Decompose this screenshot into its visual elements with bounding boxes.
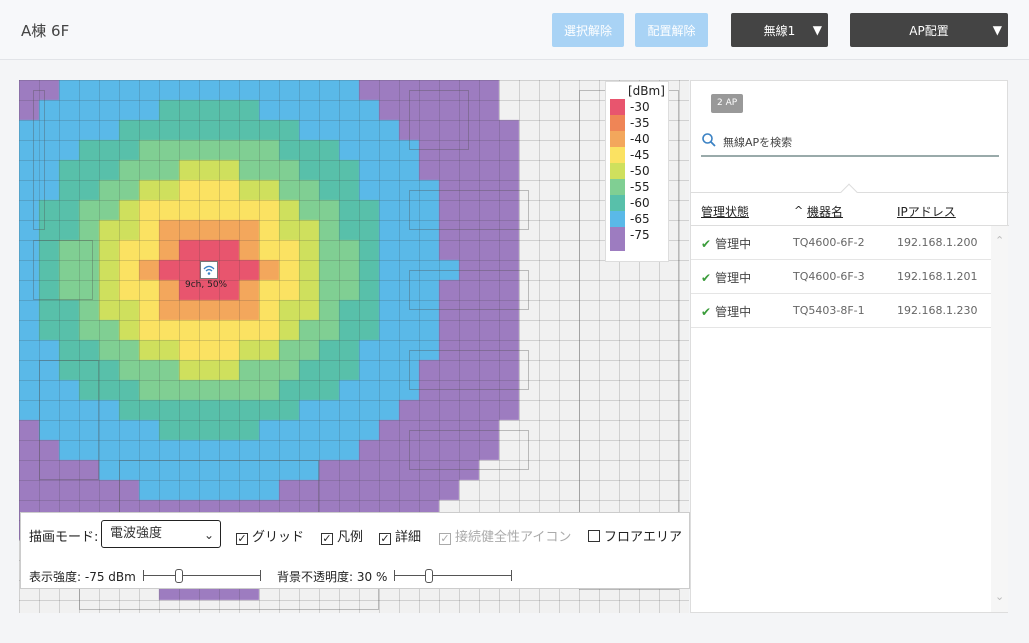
caret-down-icon: ▼ (992, 23, 1002, 37)
legend-swatch (610, 163, 625, 179)
access-point-marker[interactable] (200, 261, 218, 279)
ip-cell: 192.168.1.200 (897, 236, 978, 249)
search-box (701, 129, 999, 157)
caret-down-icon: ▼ (812, 23, 822, 37)
legend-value: -40 (630, 132, 650, 146)
health-icon-checkbox: ✓ 接続健全性アイコン (439, 526, 571, 545)
check-icon: ✔ (701, 237, 712, 251)
opacity-slider[interactable] (394, 569, 512, 583)
legend-swatch (610, 227, 625, 243)
column-status[interactable]: 管理状態 (701, 203, 749, 220)
mode-label: 描画モード: (29, 530, 99, 545)
opacity-slider-thumb[interactable] (425, 569, 433, 583)
legend-checkbox-label: 凡例 (337, 530, 364, 545)
legend-item: -45 (610, 147, 666, 163)
search-input[interactable] (723, 131, 993, 153)
column-ip[interactable]: IPアドレス (897, 203, 956, 220)
signal-legend: [dBm] -30 -35 -40 -45 -50 -55 -60 -65 -75 (605, 81, 669, 262)
legend-title: [dBm] (628, 84, 665, 98)
status-cell: ✔ 管理中 (701, 271, 752, 285)
legend-swatch (610, 131, 625, 147)
status-cell: ✔ 管理中 (701, 305, 752, 319)
table-row[interactable]: ✔ 管理中 TQ5403-8F-1 192.168.1.230 (691, 294, 991, 328)
check-icon: ✔ (701, 271, 712, 285)
access-point-label: 9ch, 50% (185, 280, 228, 290)
column-name[interactable]: 機器名 (807, 203, 843, 220)
scroll-up-icon[interactable]: ⌃ (995, 234, 1004, 247)
legend-value: -75 (630, 228, 650, 242)
legend-item: -55 (610, 179, 666, 195)
health-icon-checkbox-label: 接続健全性アイコン (455, 530, 572, 545)
legend-item: -75 (610, 227, 666, 243)
table-row[interactable]: ✔ 管理中 TQ4600-6F-3 192.168.1.201 (691, 260, 991, 294)
footer-bar (0, 613, 1029, 643)
radio-select-button[interactable]: 無線1 ▼ (731, 13, 828, 47)
detail-checkbox[interactable]: ✓ 詳細 (379, 526, 421, 545)
legend-item: -60 (610, 195, 666, 211)
legend-swatch (610, 179, 625, 195)
legend-item: -35 (610, 115, 666, 131)
check-icon: ✓ (236, 532, 248, 545)
search-icon (702, 133, 716, 147)
mode-select[interactable]: 電波強度 ⌄ (101, 520, 221, 548)
device-name-cell: TQ4600-6F-2 (793, 236, 865, 249)
strength-slider[interactable] (143, 569, 261, 583)
ap-place-label: AP配置 (909, 23, 949, 38)
legend-value: -65 (630, 212, 650, 226)
control-panel: 描画モード: 電波強度 ⌄ ✓ グリッド ✓ 凡例 ✓ 詳細 ✓ 接続健全性アイコン フ… (20, 512, 690, 589)
radio-select-label: 無線1 (763, 23, 796, 38)
legend-swatch (610, 211, 625, 227)
strength-label: 表示強度: -75 dBm (29, 570, 136, 584)
legend-swatch (610, 147, 625, 163)
floor-area-checkbox-label: フロアエリア (604, 530, 683, 545)
ap-list-panel: 2 AP 管理状態 ^ 機器名 IPアドレス ✔管理中 TQ4600-6F-2 19… (690, 80, 1009, 613)
status-cell: ✔ 管理中 (701, 237, 752, 251)
legend-item: -40 (610, 131, 666, 147)
legend-tail (610, 243, 666, 251)
device-name-cell: TQ4600-6F-3 (793, 270, 865, 283)
legend-value: -45 (630, 148, 650, 162)
floor-area-checkbox[interactable]: フロアエリア (588, 526, 682, 545)
legend-item: -65 (610, 211, 666, 227)
check-icon: ✓ (439, 532, 451, 545)
strength-slider-thumb[interactable] (175, 569, 183, 583)
legend-swatch (610, 115, 625, 131)
sort-notch (840, 183, 858, 201)
ip-cell: 192.168.1.201 (897, 270, 978, 283)
legend-swatch (610, 195, 625, 211)
legend-value: -60 (630, 196, 650, 210)
ip-cell: 192.168.1.230 (897, 304, 978, 317)
ap-place-button[interactable]: AP配置 ▼ (850, 13, 1008, 47)
check-icon: ✔ (701, 305, 712, 319)
ap-count-badge: 2 AP (711, 94, 744, 113)
sort-up-icon: ^ (794, 204, 804, 217)
unplace-button[interactable]: 配置解除 (635, 13, 708, 47)
grid-checkbox-label: グリッド (252, 530, 305, 545)
header-bar: A棟 6F 選択解除 配置解除 無線1 ▼ AP配置 ▼ (0, 0, 1029, 60)
legend-value: -50 (630, 164, 650, 178)
detail-checkbox-label: 詳細 (395, 530, 422, 545)
check-icon: ✓ (321, 532, 333, 545)
table-header: 管理状態 ^ 機器名 IPアドレス (691, 183, 1009, 226)
deselect-button[interactable]: 選択解除 (552, 13, 624, 47)
scroll-down-icon[interactable]: ⌄ (995, 590, 1004, 603)
grid-checkbox[interactable]: ✓ グリッド (236, 526, 304, 545)
legend-checkbox[interactable]: ✓ 凡例 (321, 526, 363, 545)
chevron-down-icon: ⌄ (203, 528, 214, 542)
checkbox-empty-icon (588, 530, 600, 542)
legend-swatch (610, 99, 625, 115)
check-icon: ✓ (379, 532, 391, 545)
table-row[interactable]: ✔ 管理中 TQ4600-6F-2 192.168.1.200 (691, 226, 991, 260)
legend-value: -55 (630, 180, 650, 194)
list-scrollbar[interactable]: ⌃ ⌄ (991, 226, 1008, 612)
legend-value: -35 (630, 116, 650, 130)
wifi-icon (203, 265, 215, 275)
page-title: A棟 6F (21, 22, 70, 40)
legend-item: -50 (610, 163, 666, 179)
legend-item: -30 (610, 99, 666, 115)
opacity-label: 背景不透明度: 30 % (277, 570, 388, 584)
device-name-cell: TQ5403-8F-1 (793, 304, 865, 317)
legend-value: -30 (630, 100, 650, 114)
mode-select-value: 電波強度 (110, 526, 163, 541)
